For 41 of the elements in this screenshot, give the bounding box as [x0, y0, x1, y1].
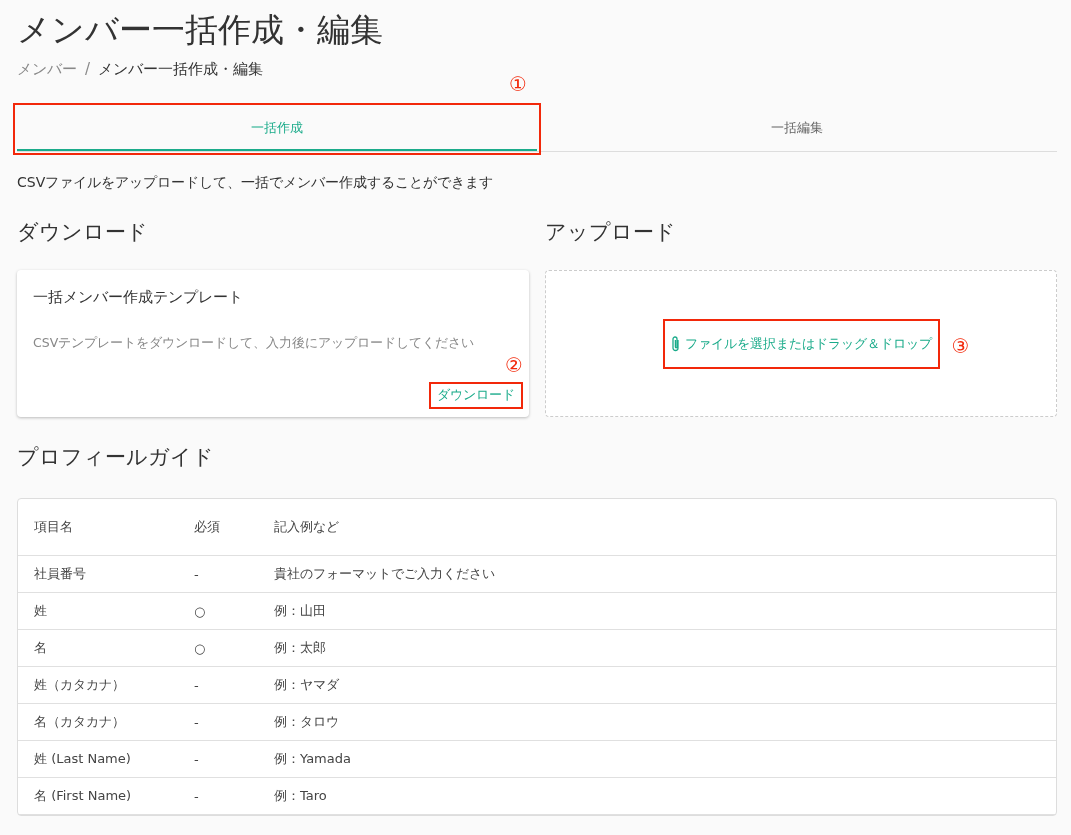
tab[interactable]: 一括編集 [537, 107, 1057, 151]
card-title: 一括メンバー作成テンプレート [33, 288, 244, 307]
breadcrumb-separator: / [85, 60, 91, 79]
download-button[interactable]: ダウンロード [431, 384, 521, 407]
section-heading: プロフィールガイド [17, 444, 215, 471]
table-cell-text: 名（カタカナ） [34, 713, 126, 731]
breadcrumb-link[interactable]: メンバー [17, 60, 77, 79]
section-heading: ダウンロード [17, 219, 149, 246]
callout-number: ① [509, 73, 527, 95]
column-header: 必須 [194, 518, 221, 536]
table-cell-text: 例：Yamada [274, 750, 352, 768]
table-cell-text: - [194, 677, 200, 693]
table-cell-text: - [194, 751, 200, 767]
table-cell-text: - [194, 714, 200, 730]
callout-number: ③ [951, 334, 970, 357]
table-cell-text: 姓（カタカナ） [34, 676, 126, 694]
table-cell-text: 例：タロウ [274, 713, 340, 731]
column-header: 記入例など [274, 518, 340, 536]
table-cell-text: 例：Taro [274, 787, 328, 805]
table-cell-text: 貴社のフォーマットでご入力ください [274, 565, 496, 583]
table-cell-text: 姓 [34, 602, 48, 620]
table-cell-text: - [194, 788, 200, 804]
table-cell-text: ○ [194, 603, 207, 619]
table-cell-text: 例：太郎 [274, 639, 327, 657]
paperclip-icon [670, 334, 681, 353]
file-select-link[interactable]: ファイルを選択またはドラッグ＆ドロップ [664, 320, 938, 367]
page-title: メンバー一括作成・編集 [17, 9, 384, 51]
card-text: CSVテンプレートをダウンロードして、入力後にアップロードしてください [33, 335, 476, 352]
table-cell-text: - [194, 566, 200, 582]
column-header: 項目名 [34, 518, 74, 536]
callout-number: ② [505, 354, 523, 376]
breadcrumb-current: メンバー一括作成・編集 [98, 60, 264, 79]
table-cell-text: 名 (First Name) [34, 787, 133, 805]
table-cell-text: 例：ヤマダ [274, 676, 340, 694]
table-cell-text: 例：山田 [274, 602, 327, 620]
description-text: CSVファイルをアップロードして、一括でメンバー作成することができます [17, 174, 495, 192]
table-cell-text: 社員番号 [34, 565, 87, 583]
table-cell-text: ○ [194, 640, 207, 656]
table-cell-text: 姓 (Last Name) [34, 750, 132, 768]
section-heading: アップロード [545, 219, 677, 246]
table-cell-text: 名 [34, 639, 48, 657]
